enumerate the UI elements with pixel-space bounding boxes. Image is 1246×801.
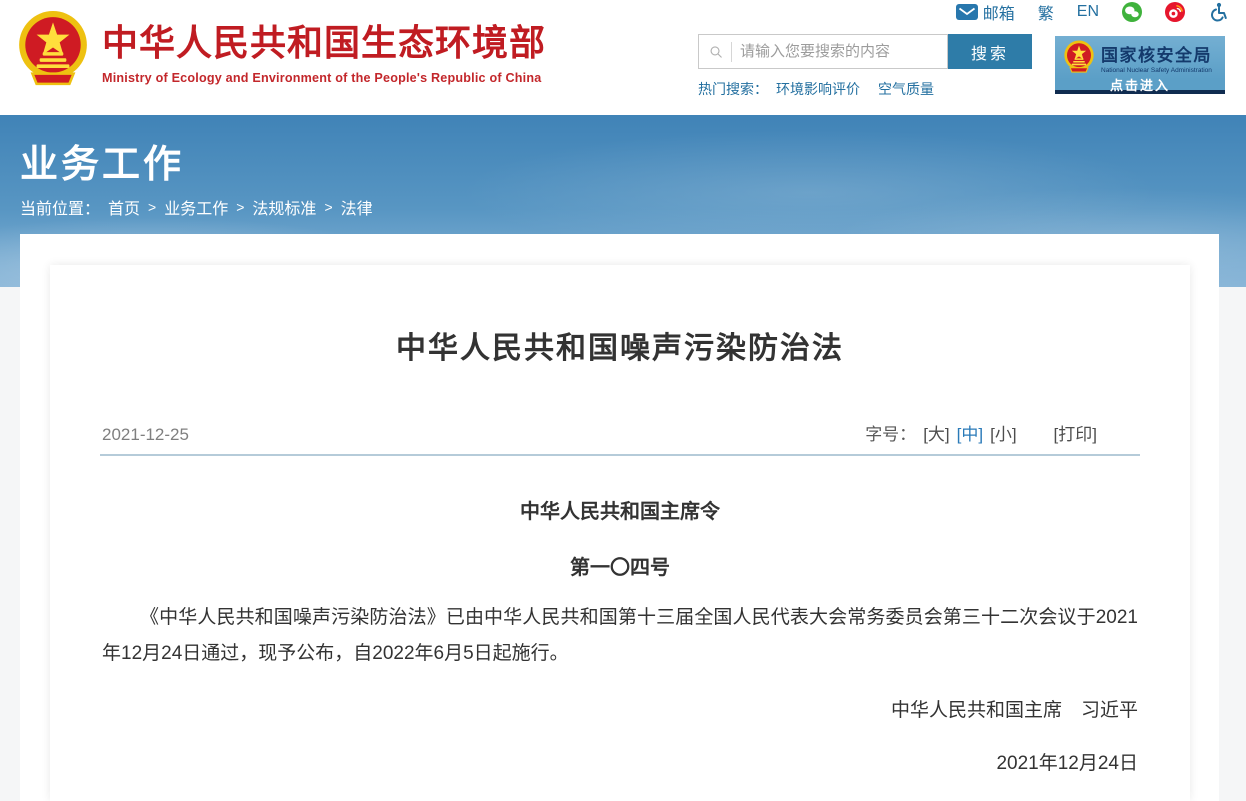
article-tools: 字号： [大] [中] [小] [打印] (865, 420, 1138, 445)
breadcrumb-item-work[interactable]: 业务工作 (164, 195, 228, 219)
font-size-label: 字号： (865, 420, 916, 445)
top-quick-links: 邮箱 繁 EN (956, 2, 1228, 22)
ministry-logo[interactable]: 中华人民共和国生态环境部 Ministry of Ecology and Env… (16, 10, 546, 88)
english-link[interactable]: EN (1077, 3, 1099, 21)
print-button[interactable]: [打印] (1054, 420, 1097, 445)
mail-label: 邮箱 (983, 0, 1015, 24)
national-emblem-icon (16, 10, 90, 88)
decree-number: 第一〇四号 (50, 551, 1190, 580)
accessibility-icon[interactable] (1208, 2, 1228, 22)
national-emblem-icon (1063, 40, 1095, 74)
page-title: 业务工作 (20, 133, 184, 188)
breadcrumb: 当前位置： 首页 > 业务工作 > 法规标准 > 法律 (20, 195, 373, 219)
nnsa-titles: 国家核安全局 National Nuclear Safety Administr… (1101, 41, 1212, 74)
nnsa-enter-label: 点击进入 (1055, 75, 1225, 94)
breadcrumb-item-regulations[interactable]: 法规标准 (252, 195, 316, 219)
font-size-large-button[interactable]: [大] (923, 420, 949, 445)
decree-heading: 中华人民共和国主席令 (50, 495, 1190, 524)
article-body-paragraph: 《中华人民共和国噪声污染防治法》已由中华人民共和国第十三届全国人民代表大会常务委… (102, 600, 1138, 672)
font-size-medium-button[interactable]: [中] (957, 420, 983, 445)
publish-date: 2021-12-25 (102, 425, 189, 445)
signature-line: 中华人民共和国主席 习近平 (891, 695, 1138, 722)
ministry-name-cn: 中华人民共和国生态环境部 (102, 14, 546, 66)
site-header: 中华人民共和国生态环境部 Ministry of Ecology and Env… (0, 0, 1246, 115)
article-meta: 2021-12-25 字号： [大] [中] [小] [打印] (102, 420, 1138, 445)
breadcrumb-label: 当前位置： (20, 195, 100, 219)
envelope-icon (956, 4, 978, 20)
hot-search-link-air[interactable]: 空气质量 (878, 79, 934, 99)
ministry-name-en: Ministry of Ecology and Environment of t… (102, 71, 546, 85)
wechat-icon[interactable] (1122, 2, 1142, 22)
site-search: 搜索 (698, 34, 1032, 69)
article-title: 中华人民共和国噪声污染防治法 (50, 323, 1190, 367)
search-icon (709, 43, 723, 61)
traditional-label: 繁 (1038, 0, 1054, 24)
breadcrumb-item-home[interactable]: 首页 (108, 195, 140, 219)
english-label: EN (1077, 3, 1099, 21)
nnsa-title-cn: 国家核安全局 (1101, 41, 1212, 66)
hot-search: 热门搜索： 环境影响评价 空气质量 (698, 79, 952, 99)
nnsa-header: 国家核安全局 National Nuclear Safety Administr… (1055, 36, 1225, 74)
search-input[interactable] (732, 35, 947, 68)
nnsa-entry-badge[interactable]: 国家核安全局 National Nuclear Safety Administr… (1055, 36, 1225, 94)
article-card: 中华人民共和国噪声污染防治法 2021-12-25 字号： [大] [中] [小… (50, 265, 1190, 801)
hot-search-link-eia[interactable]: 环境影响评价 (776, 79, 860, 99)
hot-search-label: 热门搜索： (698, 79, 768, 99)
meta-divider (100, 454, 1140, 456)
search-button[interactable]: 搜索 (948, 34, 1032, 69)
breadcrumb-separator: > (148, 199, 156, 215)
breadcrumb-item-law[interactable]: 法律 (341, 195, 373, 219)
search-box (698, 34, 948, 69)
signature-date: 2021年12月24日 (996, 748, 1138, 775)
mail-link[interactable]: 邮箱 (956, 0, 1015, 24)
ministry-names: 中华人民共和国生态环境部 Ministry of Ecology and Env… (102, 14, 546, 85)
page: { "header": { "logo": { "name_cn": "中华人民… (0, 0, 1246, 801)
nnsa-title-en: National Nuclear Safety Administration (1101, 67, 1212, 74)
font-size-small-button[interactable]: [小] (990, 420, 1016, 445)
breadcrumb-separator: > (324, 199, 332, 215)
traditional-chinese-link[interactable]: 繁 (1038, 0, 1054, 24)
weibo-icon[interactable] (1165, 2, 1185, 22)
breadcrumb-separator: > (236, 199, 244, 215)
